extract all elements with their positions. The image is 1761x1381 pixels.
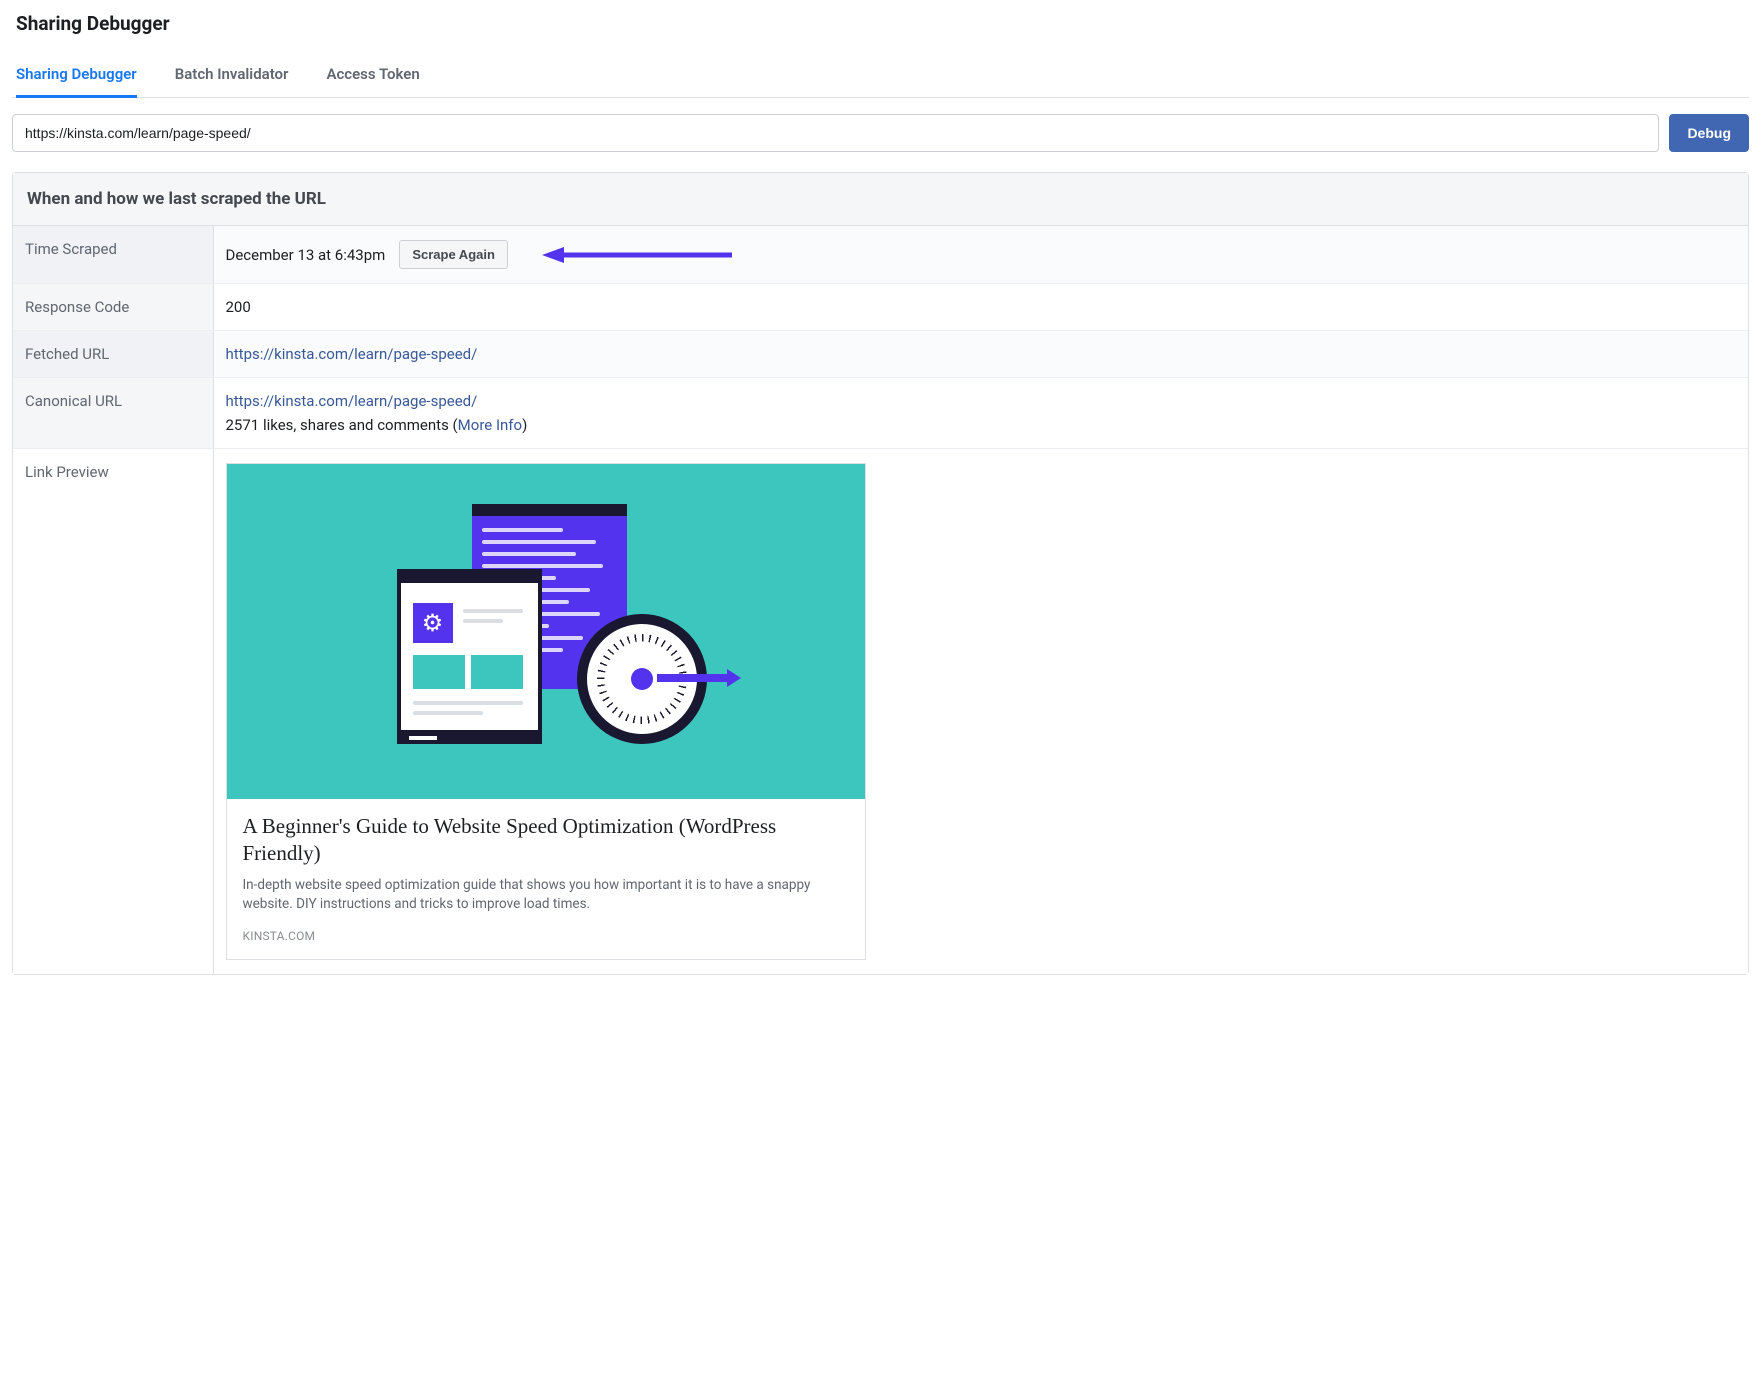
value-response-code: 200 (213, 284, 1748, 331)
row-link-preview: Link Preview ⚙ (13, 449, 1748, 974)
label-canonical-url: Canonical URL (13, 378, 213, 449)
tabs: Sharing Debugger Batch Invalidator Acces… (12, 53, 1749, 98)
row-fetched-url: Fetched URL https://kinsta.com/learn/pag… (13, 331, 1748, 378)
tab-batch-invalidator[interactable]: Batch Invalidator (175, 53, 289, 97)
row-time-scraped: Time Scraped December 13 at 6:43pm Scrap… (13, 226, 1748, 284)
scrape-again-button[interactable]: Scrape Again (399, 240, 508, 269)
tab-access-token[interactable]: Access Token (326, 53, 419, 97)
label-time-scraped: Time Scraped (13, 226, 213, 284)
label-fetched-url: Fetched URL (13, 331, 213, 378)
url-input[interactable] (12, 114, 1659, 152)
canonical-url-link[interactable]: https://kinsta.com/learn/page-speed/ (226, 392, 478, 410)
dart-icon (657, 674, 727, 682)
preview-domain: KINSTA.COM (243, 929, 849, 943)
preview-title: A Beginner's Guide to Website Speed Opti… (243, 813, 849, 868)
engagement-suffix: ) (522, 416, 527, 434)
row-canonical-url: Canonical URL https://kinsta.com/learn/p… (13, 378, 1748, 449)
fetched-url-link[interactable]: https://kinsta.com/learn/page-speed/ (226, 345, 478, 363)
preview-description: In-depth website speed optimization guid… (243, 876, 849, 915)
panel-header: When and how we last scraped the URL (13, 173, 1748, 226)
debug-button[interactable]: Debug (1669, 114, 1749, 152)
more-info-link[interactable]: More Info (458, 416, 522, 434)
label-response-code: Response Code (13, 284, 213, 331)
value-time-scraped: December 13 at 6:43pm (226, 246, 386, 264)
link-preview-card[interactable]: ⚙ A Beginner's Guide to (226, 463, 866, 960)
row-response-code: Response Code 200 (13, 284, 1748, 331)
label-link-preview: Link Preview (13, 449, 213, 974)
gear-icon: ⚙ (422, 609, 444, 637)
preview-image: ⚙ (227, 464, 865, 799)
info-table: Time Scraped December 13 at 6:43pm Scrap… (13, 226, 1748, 974)
url-row: Debug (12, 114, 1749, 152)
tab-sharing-debugger[interactable]: Sharing Debugger (16, 53, 137, 97)
annotation-arrow-icon (542, 244, 732, 266)
engagement-text: 2571 likes, shares and comments ( (226, 416, 458, 434)
page-illustration-icon: ⚙ (397, 569, 542, 744)
scrape-panel: When and how we last scraped the URL Tim… (12, 172, 1749, 975)
page-title: Sharing Debugger (16, 12, 1749, 35)
